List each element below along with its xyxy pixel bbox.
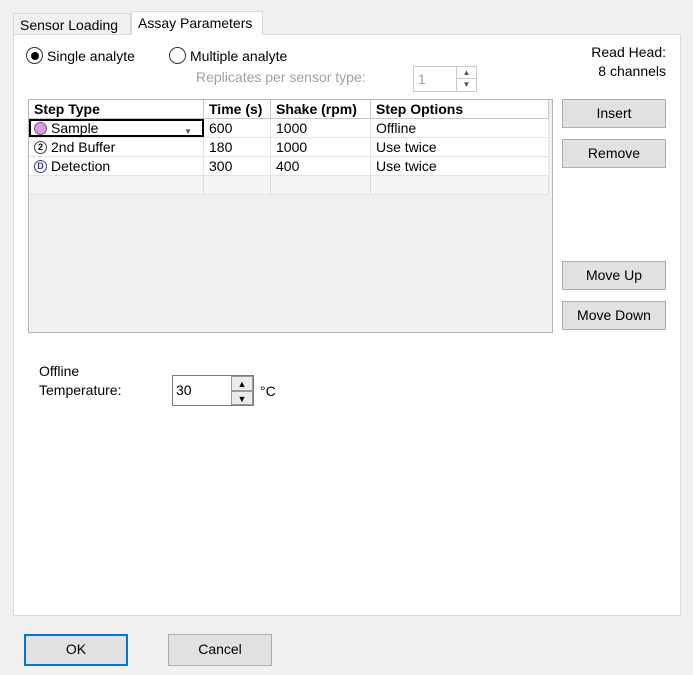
table-row[interactable]: D Detection 300 400 Use twice <box>29 157 549 176</box>
header-step-options[interactable]: Step Options <box>371 100 549 118</box>
multiple-analyte-label: Multiple analyte <box>190 47 288 64</box>
time-cell[interactable]: 300 <box>204 157 271 175</box>
step-type-cell: Detection <box>51 158 111 174</box>
radio-checked-icon[interactable] <box>26 47 43 64</box>
offline-temperature-label: Offline Temperature: <box>39 362 121 400</box>
options-cell[interactable]: Use twice <box>371 138 549 156</box>
buffer-2-icon: 2 <box>34 140 47 154</box>
single-analyte-radio[interactable]: Single analyte <box>26 47 135 64</box>
options-cell[interactable]: Use twice <box>371 157 549 175</box>
replicates-stepper: 1 ▲ ▼ <box>413 66 477 92</box>
read-head-channels: 8 channels <box>598 63 666 79</box>
new-row-placeholder[interactable] <box>29 176 549 195</box>
move-up-button[interactable]: Move Up <box>562 261 666 290</box>
temp-label-line1: Offline <box>39 363 80 379</box>
step-type-dropdown[interactable]: Sample ▼ <box>29 119 204 137</box>
header-step-type[interactable]: Step Type <box>29 100 204 118</box>
assay-parameters-panel: Single analyte Multiple analyte Replicat… <box>13 34 681 616</box>
temperature-value[interactable]: 30 <box>176 382 192 398</box>
grid-header: Step Type Time (s) Shake (rpm) Step Opti… <box>29 100 549 119</box>
insert-button[interactable]: Insert <box>562 99 666 128</box>
step-type-cell-wrap[interactable]: 2 2nd Buffer <box>29 138 204 156</box>
read-head-info: Read Head: 8 channels <box>591 43 666 81</box>
new-row-cell[interactable] <box>371 176 549 194</box>
table-row[interactable]: 2 2nd Buffer 180 1000 Use twice <box>29 138 549 157</box>
step-type-cell: 2nd Buffer <box>51 139 116 155</box>
single-analyte-label: Single analyte <box>47 47 135 64</box>
detection-d-icon: D <box>34 159 47 173</box>
remove-button[interactable]: Remove <box>562 139 666 168</box>
read-head-label: Read Head: <box>591 44 666 60</box>
sample-circle-icon <box>34 121 47 135</box>
temperature-unit: °C <box>260 383 276 399</box>
dropdown-arrow-icon[interactable]: ▼ <box>184 123 192 135</box>
step-type-cell-wrap[interactable]: D Detection <box>29 157 204 175</box>
tab-sensor-loading[interactable]: Sensor Loading <box>13 13 131 35</box>
shake-cell[interactable]: 1000 <box>271 119 371 137</box>
new-row-cell[interactable] <box>29 176 204 194</box>
radio-unchecked-icon[interactable] <box>169 47 186 64</box>
new-row-cell[interactable] <box>204 176 271 194</box>
stepper-down-icon[interactable]: ▼ <box>231 390 253 405</box>
tab-assay-parameters[interactable]: Assay Parameters <box>131 11 263 35</box>
move-down-button[interactable]: Move Down <box>562 301 666 330</box>
shake-cell[interactable]: 1000 <box>271 138 371 156</box>
temperature-stepper[interactable]: 30 ▲ ▼ <box>172 375 254 406</box>
stepper-up-icon[interactable]: ▲ <box>231 376 253 391</box>
header-shake[interactable]: Shake (rpm) <box>271 100 371 118</box>
shake-cell[interactable]: 400 <box>271 157 371 175</box>
cancel-button[interactable]: Cancel <box>168 634 272 666</box>
table-row[interactable]: Sample ▼ 600 1000 Offline <box>29 119 549 138</box>
new-row-cell[interactable] <box>271 176 371 194</box>
replicates-label: Replicates per sensor type: <box>196 69 366 85</box>
header-time[interactable]: Time (s) <box>204 100 271 118</box>
temp-label-line2: Temperature: <box>39 382 122 398</box>
options-cell[interactable]: Offline <box>371 119 549 137</box>
stepper-down-icon: ▼ <box>462 80 471 89</box>
time-cell[interactable]: 180 <box>204 138 271 156</box>
step-grid[interactable]: Step Type Time (s) Shake (rpm) Step Opti… <box>28 99 553 333</box>
stepper-up-icon: ▲ <box>457 67 476 79</box>
step-type-cell: Sample <box>51 120 99 136</box>
replicates-value: 1 <box>418 71 426 87</box>
multiple-analyte-radio[interactable]: Multiple analyte <box>169 47 287 64</box>
time-cell[interactable]: 600 <box>204 119 271 137</box>
ok-button[interactable]: OK <box>24 634 128 666</box>
